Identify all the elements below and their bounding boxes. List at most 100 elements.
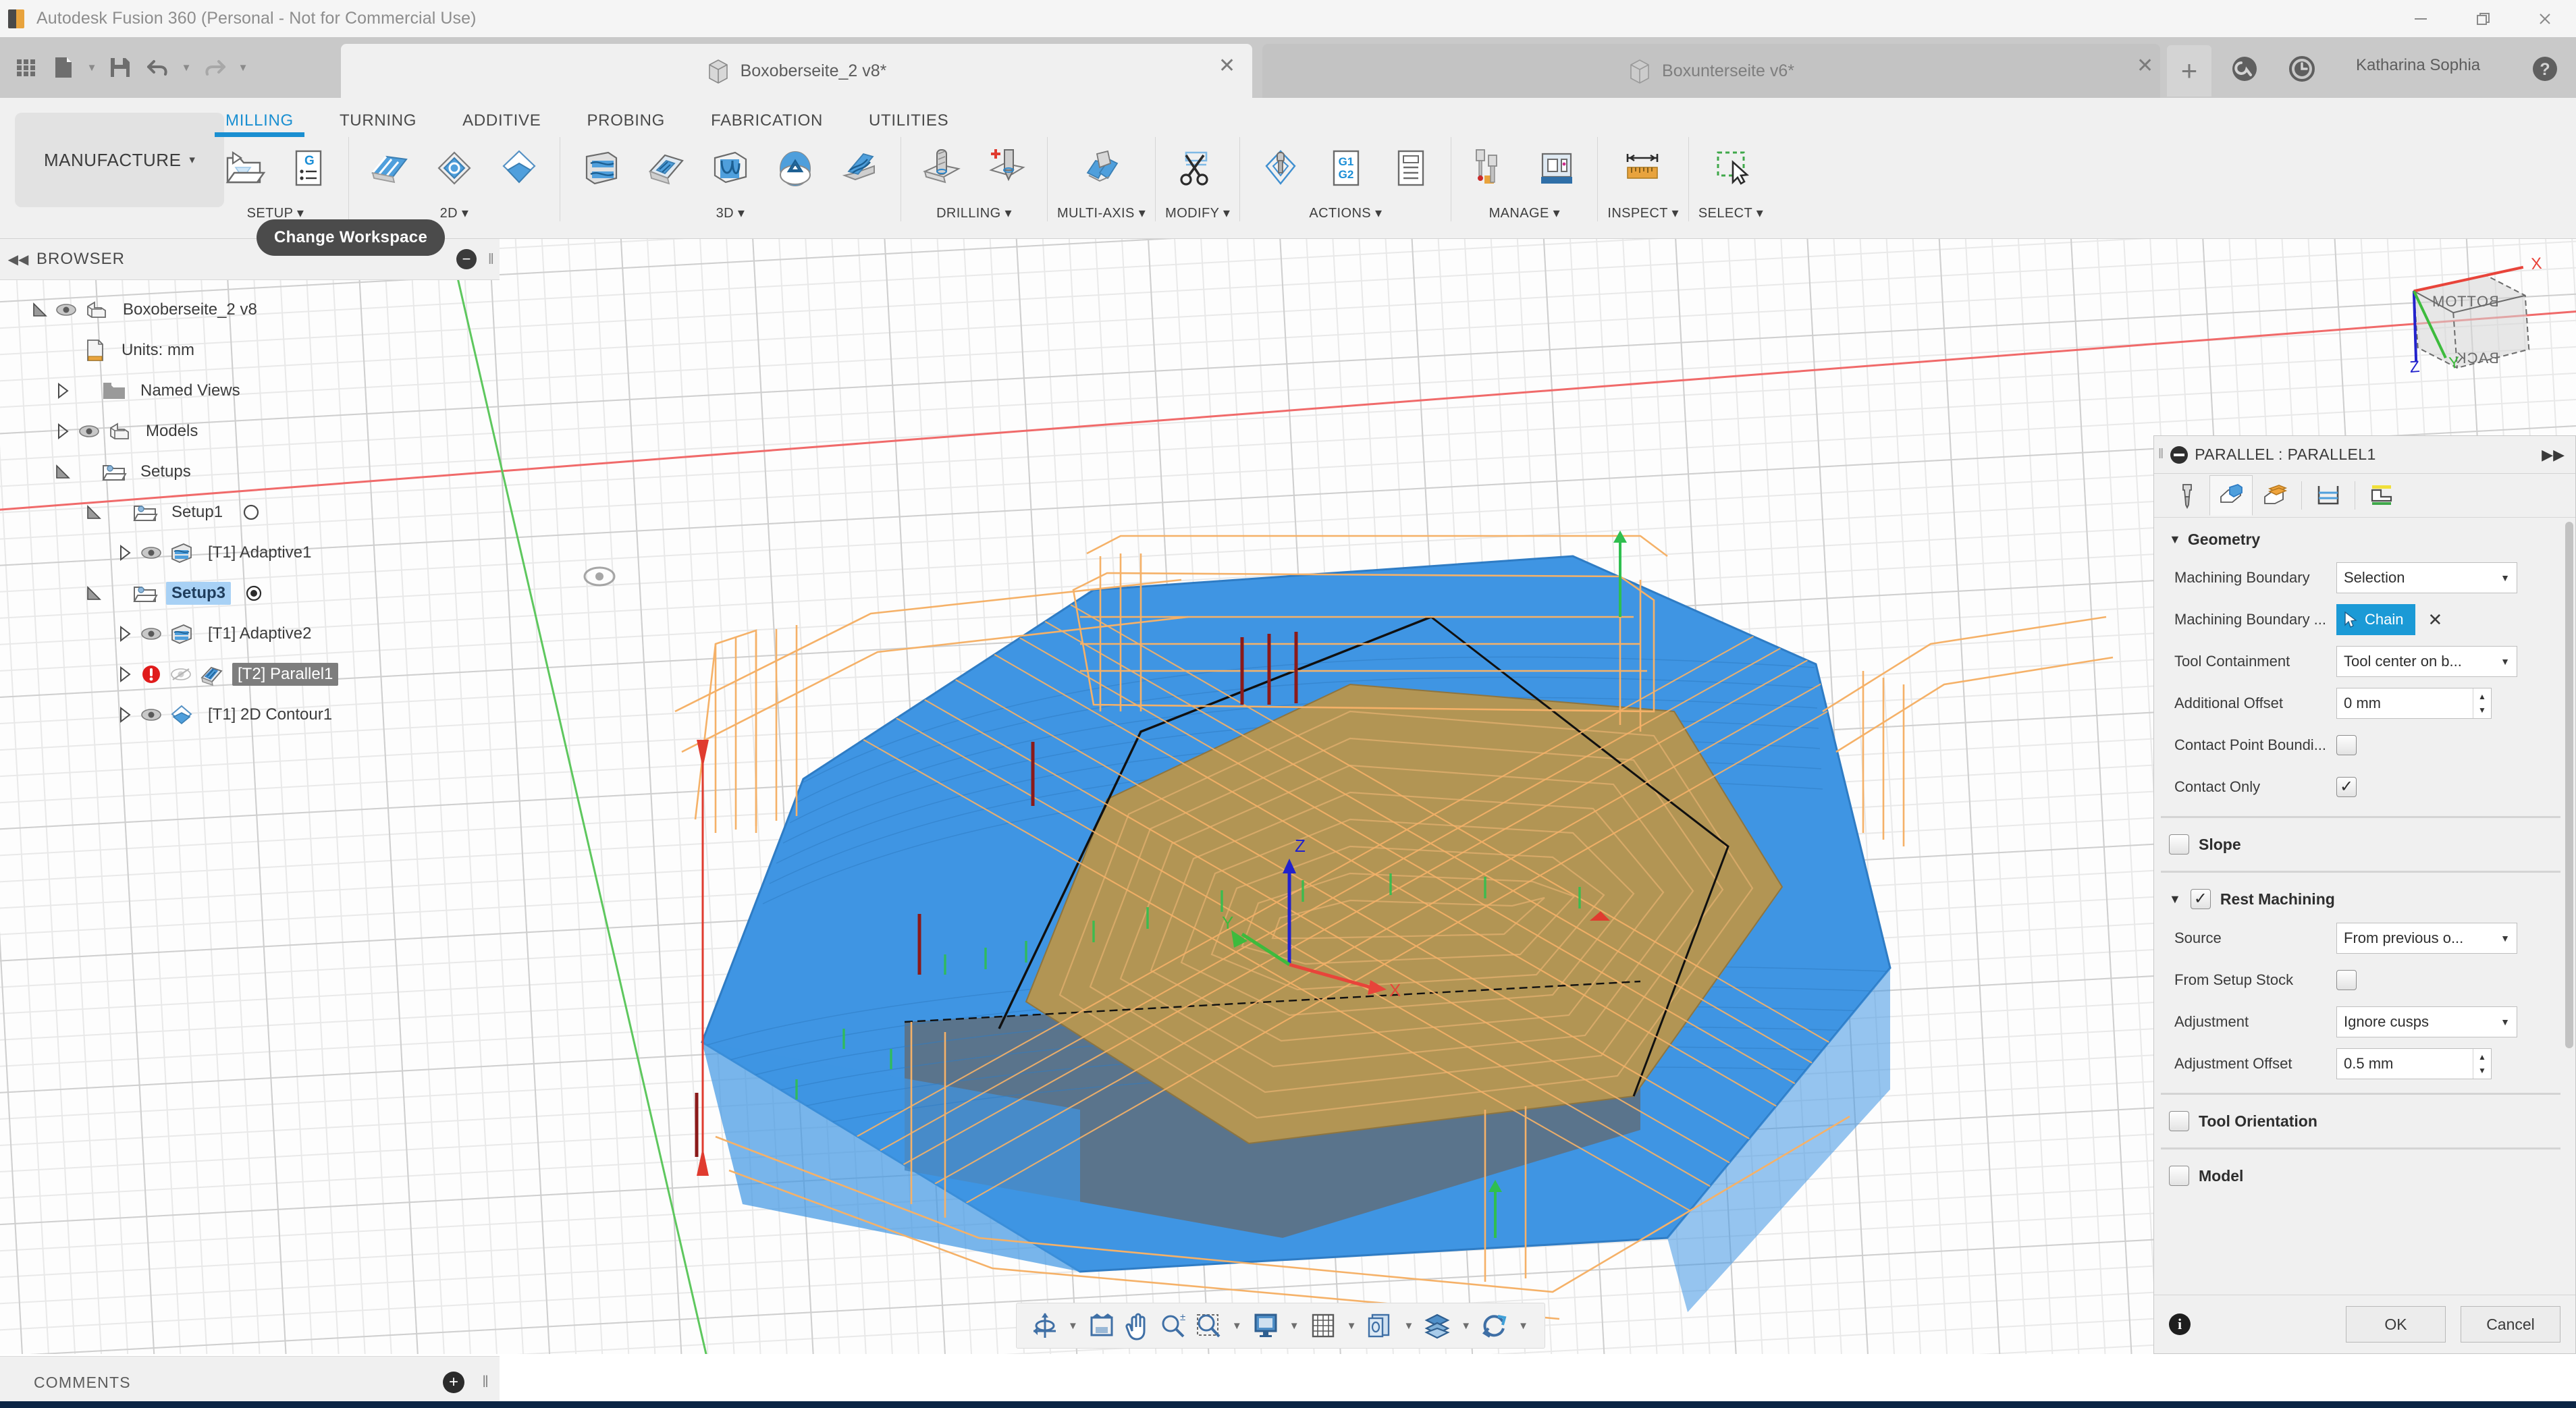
tree-item-parallel1[interactable]: [T2] Parallel1 <box>0 654 500 695</box>
zoom-icon[interactable]: ± <box>1156 1306 1189 1345</box>
tool-orientation-group-header[interactable]: Tool Orientation <box>2154 1103 2575 1139</box>
ok-button[interactable]: OK <box>2346 1306 2446 1343</box>
add-hole-icon[interactable] <box>975 137 1038 199</box>
close-icon[interactable] <box>2514 0 2576 37</box>
redo-caret-icon[interactable]: ▼ <box>234 47 252 88</box>
grid-snaps-icon[interactable] <box>1306 1306 1340 1345</box>
ramp-icon[interactable] <box>829 137 891 199</box>
from-setup-stock-checkbox[interactable] <box>2336 970 2357 990</box>
zoom-window-caret-icon[interactable]: ▼ <box>1228 1320 1246 1332</box>
twisty-open-icon[interactable] <box>28 298 51 321</box>
additional-offset-input[interactable]: 0 mm ▲ ▼ <box>2336 688 2492 719</box>
twisty-closed-icon[interactable] <box>113 541 136 564</box>
twisty-closed-icon[interactable] <box>113 703 136 726</box>
comments-resize-grip[interactable]: ‖ <box>482 1373 489 1392</box>
visibility-eye-hidden-icon[interactable] <box>166 663 196 686</box>
cancel-button[interactable]: Cancel <box>2461 1306 2560 1343</box>
display-settings-caret-icon[interactable]: ▼ <box>1285 1320 1304 1332</box>
recent-clock-icon[interactable] <box>2285 52 2319 86</box>
display-settings-icon[interactable] <box>1249 1306 1283 1345</box>
viewports-caret-icon[interactable]: ▼ <box>1399 1320 1418 1332</box>
workspace-switcher-button[interactable]: MANUFACTURE ▾ <box>15 113 224 207</box>
tool-tab-icon[interactable] <box>2166 476 2208 515</box>
model-group-header[interactable]: Model <box>2154 1158 2575 1194</box>
view-cube[interactable]: X Z Y BOTTOM BACK <box>2382 254 2550 404</box>
document-tab-2-close-icon[interactable]: ✕ <box>2137 56 2153 76</box>
dialog-expand-icon[interactable]: ▶▶ <box>2542 446 2565 464</box>
drill-icon[interactable] <box>911 137 973 199</box>
spinner-arrows-icon[interactable]: ▲ ▼ <box>2473 1049 2491 1079</box>
job-status-icon[interactable] <box>2228 52 2261 86</box>
ribbon-panel-multi-axis-caption[interactable]: MULTI-AXIS ▾ <box>1057 205 1146 221</box>
ribbon-tab-utilities[interactable]: UTILITIES <box>846 103 971 138</box>
tool-library-icon[interactable] <box>1461 137 1523 199</box>
adjustment-select[interactable]: Ignore cusps ▼ <box>2336 1006 2517 1037</box>
scallop-icon[interactable] <box>699 137 761 199</box>
geometry-group-header[interactable]: ▼ Geometry <box>2154 522 2575 557</box>
look-at-icon[interactable] <box>1085 1306 1119 1345</box>
twisty-closed-icon[interactable] <box>113 663 136 686</box>
contact-point-boundary-checkbox[interactable] <box>2336 735 2357 755</box>
ribbon-tab-probing[interactable]: PROBING <box>564 103 688 138</box>
browser-minimize-icon[interactable]: − <box>456 249 477 269</box>
app-grid-icon[interactable] <box>7 47 45 88</box>
machining-boundary-select[interactable]: Selection ▼ <box>2336 562 2517 593</box>
measure-ruler-icon[interactable] <box>1612 137 1674 199</box>
tree-item-adaptive1[interactable]: [T1] Adaptive1 <box>0 533 500 573</box>
post-process-g1-g2-icon[interactable]: G1 G2 <box>1314 137 1376 199</box>
refresh-icon[interactable] <box>1478 1306 1511 1345</box>
passes-tab-icon[interactable] <box>2307 476 2349 515</box>
visibility-eye-icon[interactable] <box>136 622 166 645</box>
trim-scissors-icon[interactable] <box>1166 137 1229 199</box>
ribbon-panel-drilling-caption[interactable]: DRILLING ▾ <box>936 205 1012 221</box>
slope-group-header[interactable]: Slope <box>2154 826 2575 863</box>
visibility-eye-icon[interactable] <box>51 298 81 321</box>
multi-axis-contour-icon[interactable] <box>1071 137 1133 199</box>
grid-snaps-caret-icon[interactable]: ▼ <box>1343 1320 1361 1332</box>
undo-icon[interactable] <box>139 47 177 88</box>
rest-machining-group-header[interactable]: ▼ ✓ Rest Machining <box>2154 881 2575 917</box>
twisty-closed-icon[interactable] <box>51 379 74 402</box>
tree-item-boxoberseite[interactable]: Boxoberseite_2 v8 <box>0 290 500 330</box>
help-icon[interactable]: ? <box>2528 52 2562 86</box>
tool-containment-select[interactable]: Tool center on b... ▼ <box>2336 646 2517 677</box>
document-tab-1-close-icon[interactable]: ✕ <box>1218 56 1235 76</box>
tree-item-models[interactable]: Models <box>0 411 500 452</box>
linking-tab-icon[interactable] <box>2361 476 2403 515</box>
tool-orientation-checkbox[interactable] <box>2169 1111 2189 1131</box>
select-window-cursor-icon[interactable] <box>1700 137 1762 199</box>
document-tab-1[interactable]: Boxoberseite_2 v8* <box>341 44 1252 98</box>
tree-item-named-views[interactable]: Named Views <box>0 371 500 411</box>
slope-checkbox[interactable] <box>2169 834 2189 855</box>
generate-nc-program-icon[interactable]: G <box>277 137 339 199</box>
setup-folder-icon[interactable] <box>212 137 274 199</box>
tree-item-setup3[interactable]: Setup3 <box>0 573 500 614</box>
ribbon-panel-actions-caption[interactable]: ACTIONS ▾ <box>1309 205 1382 221</box>
tree-item-setup1[interactable]: Setup1 <box>0 492 500 533</box>
orbit-icon[interactable] <box>1029 1306 1061 1345</box>
new-file-caret-icon[interactable]: ▼ <box>82 47 101 88</box>
ribbon-tab-turning[interactable]: TURNING <box>317 103 439 138</box>
geometry-tab-icon[interactable] <box>2209 475 2253 516</box>
source-select[interactable]: From previous o... ▼ <box>2336 923 2517 954</box>
ribbon-panel-inspect-caption[interactable]: INSPECT ▾ <box>1607 205 1679 221</box>
2d-contour-icon[interactable] <box>488 137 550 199</box>
adaptive-clearing-icon[interactable] <box>570 137 632 199</box>
dialog-collapse-icon[interactable] <box>2170 445 2189 464</box>
pan-hand-icon[interactable] <box>1121 1306 1154 1345</box>
face-icon[interactable] <box>358 137 421 199</box>
tree-item-setups[interactable]: Setups <box>0 452 500 492</box>
parallel-icon[interactable] <box>635 137 697 199</box>
twisty-closed-icon[interactable] <box>113 622 136 645</box>
new-file-icon[interactable] <box>45 47 82 88</box>
ribbon-panel-modify-caption[interactable]: MODIFY ▾ <box>1165 205 1230 221</box>
browser-resize-grip[interactable]: ‖ <box>488 250 494 268</box>
dialog-scrollbar[interactable] <box>2565 522 2573 1291</box>
2d-pocket-icon[interactable] <box>423 137 485 199</box>
visibility-eye-icon[interactable] <box>136 541 166 564</box>
user-name[interactable]: Katharina Sophia <box>2356 56 2480 75</box>
setup-active-radio-empty-icon[interactable] <box>238 499 265 526</box>
new-tab-button[interactable]: + <box>2167 45 2211 97</box>
ribbon-panel-select-caption[interactable]: SELECT ▾ <box>1698 205 1763 221</box>
ribbon-tab-fabrication[interactable]: FABRICATION <box>688 103 846 138</box>
